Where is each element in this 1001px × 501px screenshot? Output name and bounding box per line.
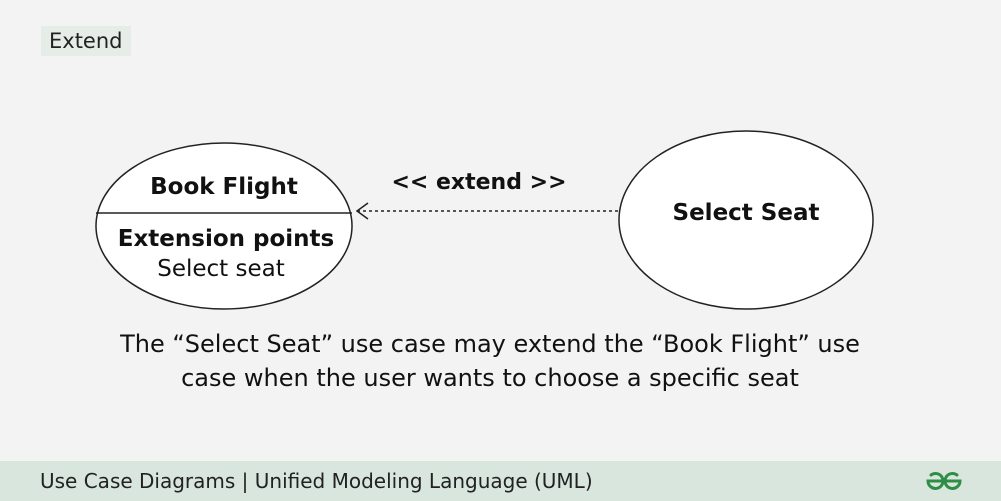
extension-points-header: Extension points (118, 226, 334, 252)
extend-stereotype-label: << extend >> (391, 170, 566, 195)
footer-bar: Use Case Diagrams | Unified Modeling Lan… (0, 461, 1001, 501)
extension-point-item: Select seat (157, 256, 285, 282)
caption-line-1: The “Select Seat” use case may extend th… (120, 330, 860, 358)
use-case-select-seat: Select Seat (618, 130, 874, 310)
footer-title: Use Case Diagrams | Unified Modeling Lan… (40, 469, 593, 493)
caption-line-2: case when the user wants to choose a spe… (181, 364, 799, 392)
geeksforgeeks-logo-icon[interactable] (924, 469, 964, 493)
use-case-select-seat-name: Select Seat (673, 200, 820, 226)
extend-relationship: << extend >> (355, 170, 618, 220)
use-case-book-flight: Book Flight Extension points Select seat (95, 142, 353, 310)
diagram-caption: The “Select Seat” use case may extend th… (40, 327, 940, 395)
use-case-book-flight-name: Book Flight (150, 174, 298, 200)
